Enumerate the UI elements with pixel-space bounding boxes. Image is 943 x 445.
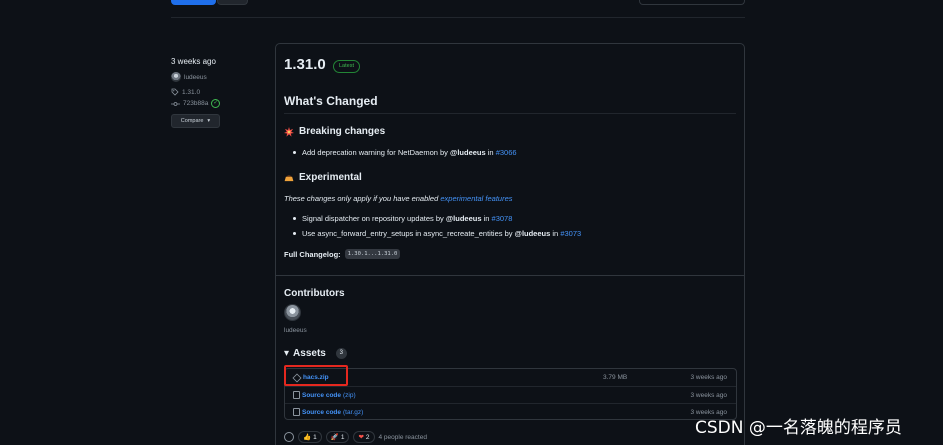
pr-link[interactable]: #3066 — [496, 148, 517, 157]
tag-name[interactable]: 1.31.0 — [182, 89, 200, 96]
author-name[interactable]: ludeeus — [184, 74, 207, 81]
collision-icon — [284, 126, 294, 137]
top-right-button[interactable] — [639, 0, 745, 5]
experimental-note: These changes only apply if you have ena… — [284, 194, 513, 203]
item-in: in — [552, 229, 559, 238]
experimental-features-link[interactable]: experimental features — [440, 194, 512, 203]
user-mention-link[interactable]: @ludeeus — [446, 214, 482, 223]
experimental-heading: Experimental — [284, 172, 362, 183]
bullet-dot — [293, 217, 296, 220]
add-reaction-icon[interactable] — [284, 432, 294, 442]
contributor-avatar[interactable] — [284, 304, 301, 321]
compare-label: Compare — [180, 118, 204, 124]
contributor-name[interactable]: ludeeus — [284, 327, 307, 334]
asset-size: 3.79 MB — [603, 374, 628, 381]
compare-button[interactable]: Compare ▾ — [171, 114, 220, 128]
assets-count-badge: 3 — [335, 348, 347, 359]
reaction-count: 1 — [313, 433, 317, 441]
item-text: Signal dispatcher on repository updates … — [302, 214, 444, 223]
item-in: in — [487, 148, 494, 157]
card-divider — [276, 275, 744, 276]
bullet-dot — [293, 232, 296, 235]
reactions-summary: 4 people reacted — [378, 433, 427, 441]
top-primary-button[interactable] — [171, 0, 216, 5]
asset-date: 3 weeks ago — [690, 391, 728, 399]
list-item: Signal dispatcher on repository updates … — [293, 214, 512, 223]
note-prefix: These changes only apply if you have ena… — [284, 194, 439, 203]
assets-heading: Assets — [293, 348, 326, 359]
breaking-changes-text: Breaking changes — [299, 126, 386, 137]
chevron-down-icon: ▾ — [207, 118, 211, 124]
top-secondary-button[interactable] — [217, 0, 248, 5]
commit-icon — [171, 101, 180, 106]
user-mention-link[interactable]: @ludeeus — [450, 148, 486, 157]
thumbs-up-icon: 👍 — [303, 434, 312, 441]
pr-link[interactable]: #3078 — [492, 214, 513, 223]
tag-icon — [171, 88, 179, 96]
contributors-heading: Contributors — [284, 288, 345, 299]
bullet-dot — [293, 151, 296, 154]
asset-row: hacs.zip 3.79 MB 3 weeks ago — [285, 369, 736, 386]
reaction-count: 2 — [365, 433, 370, 441]
list-item: Use async_forward_entry_setups in async_… — [293, 229, 581, 238]
list-item: Add deprecation warning for NetDaemon by… — [293, 148, 517, 157]
breaking-changes-heading: Breaking changes — [284, 126, 385, 137]
heading-underline — [284, 113, 736, 114]
asset-ext: (tar.gz) — [343, 408, 364, 416]
reaction-thumbs-up[interactable]: 👍 1 — [298, 431, 322, 443]
item-text: Use async_forward_entry_setups in async_… — [302, 229, 513, 238]
release-title[interactable]: 1.31.0 — [284, 56, 326, 73]
asset-row: Source code (tar.gz) 3 weeks ago — [285, 403, 736, 420]
asset-ext: (zip) — [343, 391, 356, 399]
asset-name: Source code — [302, 408, 342, 416]
author-avatar — [171, 72, 181, 82]
caret-down-icon: ▾ — [284, 348, 290, 359]
asset-date: 3 weeks ago — [690, 374, 728, 381]
commit-sha[interactable]: 723b88a — [183, 100, 208, 107]
whats-changed-heading: What's Changed — [284, 94, 378, 108]
reactions-bar: 👍 1 🚀 1 ❤ 2 4 people reacted — [284, 431, 427, 443]
asset-row: Source code (zip) 3 weeks ago — [285, 386, 736, 403]
rocket-icon: 🚀 — [330, 434, 339, 441]
asset-name: Source code — [302, 391, 342, 399]
changelog-label: Full Changelog: — [284, 249, 341, 259]
top-divider — [171, 17, 745, 18]
assets-toggle[interactable]: ▾ Assets 3 — [284, 348, 347, 359]
highlight-annotation — [284, 365, 348, 386]
watermark: CSDN @一名落魄的程序员 — [695, 418, 902, 438]
user-mention-link[interactable]: @ludeeus — [515, 229, 551, 238]
heart-icon: ❤ — [358, 434, 364, 441]
file-zip-icon — [293, 408, 300, 416]
release-commit[interactable]: 723b88a ✓ — [171, 99, 221, 108]
release-author[interactable]: ludeeus — [171, 72, 207, 82]
reaction-rocket[interactable]: 🚀 1 — [325, 431, 350, 443]
asset-link[interactable]: Source code (tar.gz) — [293, 408, 363, 416]
full-changelog: Full Changelog: 1.30.1...1.31.0 — [284, 249, 401, 259]
file-zip-icon — [293, 391, 300, 399]
pudding-icon — [284, 174, 294, 181]
asset-link[interactable]: Source code (zip) — [293, 391, 356, 399]
verified-check-icon: ✓ — [211, 99, 221, 108]
reaction-count: 1 — [340, 433, 345, 441]
release-tag[interactable]: 1.31.0 — [171, 88, 200, 96]
pr-link[interactable]: #3073 — [560, 229, 581, 238]
item-text: Add deprecation warning for NetDaemon by — [302, 148, 448, 157]
reaction-heart[interactable]: ❤ 2 — [353, 431, 375, 443]
release-date: 3 weeks ago — [171, 57, 216, 66]
latest-badge: Latest — [333, 60, 360, 73]
experimental-text: Experimental — [299, 172, 362, 183]
item-in: in — [483, 214, 490, 223]
changelog-compare-link[interactable]: 1.30.1...1.31.0 — [344, 249, 401, 259]
